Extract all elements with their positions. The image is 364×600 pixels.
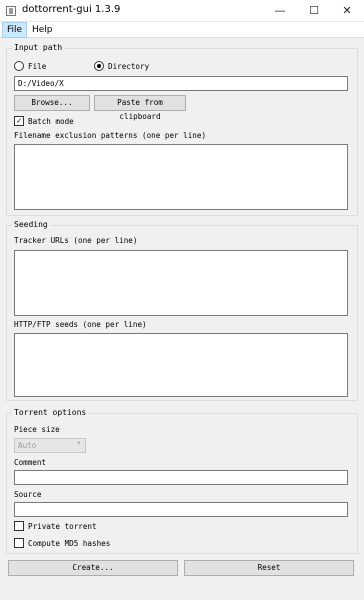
directory-radio-label: Directory <box>108 62 150 71</box>
comment-label: Comment <box>14 458 47 467</box>
piece-size-value: Auto <box>18 441 37 450</box>
paste-clipboard-button[interactable]: Paste from clipboard <box>94 95 186 121</box>
window-title: dottorrent-gui 1.3.9 <box>22 4 121 15</box>
file-radio[interactable] <box>14 61 24 71</box>
private-torrent-label: Private torrent <box>28 522 97 531</box>
http-seeds-textarea[interactable] <box>14 333 348 397</box>
chevron-down-icon: ▾ <box>76 439 81 447</box>
browse-button[interactable]: Browse... <box>14 95 90 111</box>
torrent-options-group-title: Torrent options <box>12 408 89 417</box>
menu-help[interactable]: Help <box>28 22 57 38</box>
private-torrent-checkbox[interactable] <box>14 521 24 531</box>
maximize-button[interactable]: ☐ <box>297 0 331 22</box>
close-button[interactable]: ✕ <box>330 0 364 22</box>
exclusion-patterns-label: Filename exclusion patterns (one per lin… <box>14 131 207 140</box>
reset-button[interactable]: Reset <box>184 560 354 576</box>
directory-radio[interactable] <box>94 61 104 71</box>
http-seeds-label: HTTP/FTP seeds (one per line) <box>14 320 147 329</box>
source-input[interactable] <box>14 502 348 517</box>
compute-md5-label: Compute MD5 hashes <box>28 539 111 548</box>
source-label: Source <box>14 490 42 499</box>
tracker-urls-textarea[interactable] <box>14 250 348 316</box>
seeding-group-title: Seeding <box>12 220 50 229</box>
file-radio-label: File <box>28 62 47 71</box>
title-bar: dottorrent-gui 1.3.9 — ☐ ✕ <box>0 0 364 22</box>
app-icon <box>6 6 16 16</box>
comment-input[interactable] <box>14 470 348 485</box>
compute-md5-checkbox[interactable] <box>14 538 24 548</box>
minimize-button[interactable]: — <box>263 0 297 22</box>
batch-mode-checkbox[interactable]: ✓ <box>14 116 24 126</box>
piece-size-label: Piece size <box>14 425 60 434</box>
path-input[interactable]: D:/Video/X <box>14 76 348 91</box>
menu-bar: File Help <box>0 22 364 38</box>
input-path-group-title: Input path <box>12 43 65 52</box>
create-button[interactable]: Create... <box>8 560 178 576</box>
piece-size-select: Auto ▾ <box>14 438 86 453</box>
menu-file[interactable]: File <box>2 22 28 38</box>
tracker-urls-label: Tracker URLs (one per line) <box>14 236 138 245</box>
batch-mode-label: Batch mode <box>28 117 74 126</box>
exclusion-patterns-textarea[interactable] <box>14 144 348 210</box>
